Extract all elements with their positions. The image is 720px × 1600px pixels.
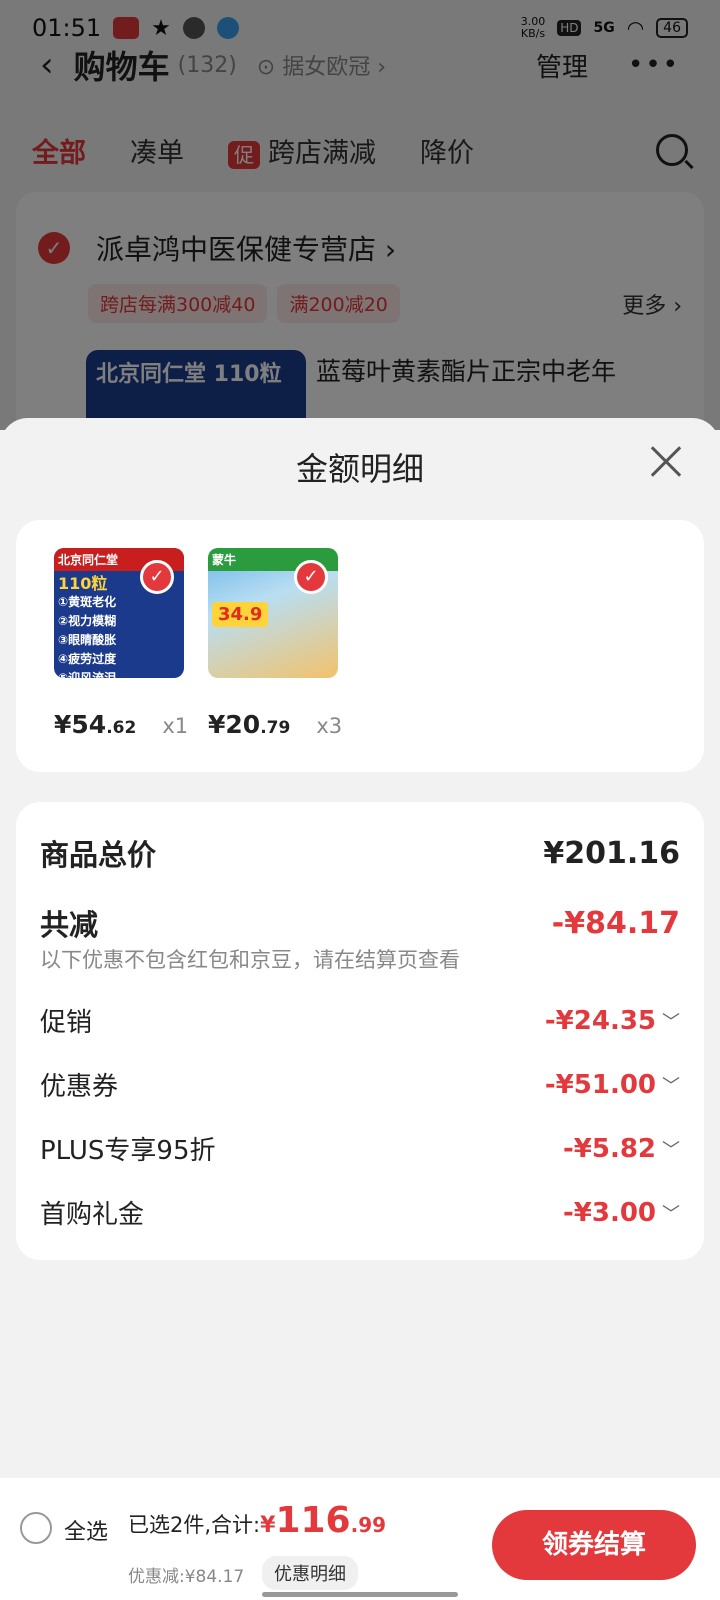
product-thumbnail: 北京同仁堂 110粒 ①黄斑老化 ②视力模糊 ③眼睛酸胀 ④疲劳过度 ⑤迎风流泪… bbox=[54, 548, 184, 678]
close-icon[interactable] bbox=[646, 442, 686, 482]
item-price: ¥ 54 .62 x1 bbox=[54, 710, 189, 739]
selected-item[interactable]: 蒙牛 34.9 ✓ ¥ 20 .79 x3 bbox=[208, 548, 348, 739]
checkmark-icon: ✓ bbox=[140, 560, 174, 594]
discount-detail-button[interactable]: 优惠明细 bbox=[262, 1556, 358, 1590]
breakdown-row-promotion[interactable]: 促销 -¥24.35 ﹀ bbox=[40, 1002, 680, 1039]
dim-overlay[interactable] bbox=[0, 0, 720, 430]
checkmark-icon: ✓ bbox=[294, 560, 328, 594]
item-price: ¥ 20 .79 x3 bbox=[208, 710, 343, 739]
breakdown-row-coupon[interactable]: 优惠券 -¥51.00 ﹀ bbox=[40, 1066, 680, 1103]
checkout-bar: 全选 已选2件,合计: ¥ 116 .99 优惠减:¥84.17 优惠明细 领券… bbox=[0, 1478, 720, 1600]
goods-total-value: ¥201.16 bbox=[543, 835, 680, 871]
select-all-checkbox[interactable] bbox=[20, 1512, 52, 1544]
home-indicator[interactable] bbox=[262, 1592, 458, 1597]
breakdown-row-plus[interactable]: PLUS专享95折 -¥5.82 ﹀ bbox=[40, 1130, 680, 1167]
total-discount-label: 共减 bbox=[40, 908, 99, 942]
sheet-title: 金额明细 bbox=[295, 450, 424, 488]
item-quantity: x3 bbox=[316, 714, 343, 738]
chevron-down-icon: ﹀ bbox=[662, 1011, 680, 1033]
amount-detail-sheet: 金额明细 北京同仁堂 110粒 ①黄斑老化 ②视力模糊 ③眼睛酸胀 ④疲劳过度 … bbox=[0, 418, 720, 1478]
select-all-label[interactable]: 全选 bbox=[64, 1514, 108, 1546]
total-amount: 116 bbox=[275, 1500, 351, 1541]
product-image-text: 110粒 ①黄斑老化 ②视力模糊 ③眼睛酸胀 ④疲劳过度 ⑤迎风流泪 bbox=[58, 574, 117, 678]
price-detail-card: 商品总价 ¥201.16 共减 -¥84.17 以下优惠不包含红包和京豆，请在结… bbox=[16, 802, 704, 1260]
checkout-button[interactable]: 领券结算 bbox=[492, 1510, 696, 1580]
total-discount-row: 共减 -¥84.17 bbox=[40, 902, 680, 944]
goods-total-row: 商品总价 ¥201.16 bbox=[40, 832, 680, 874]
goods-total-label: 商品总价 bbox=[40, 838, 157, 872]
item-quantity: x1 bbox=[162, 714, 189, 738]
chevron-down-icon: ﹀ bbox=[662, 1203, 680, 1225]
breakdown-row-first-purchase[interactable]: 首购礼金 -¥3.00 ﹀ bbox=[40, 1194, 680, 1231]
chevron-down-icon: ﹀ bbox=[662, 1075, 680, 1097]
selected-items-card: 北京同仁堂 110粒 ①黄斑老化 ②视力模糊 ③眼睛酸胀 ④疲劳过度 ⑤迎风流泪… bbox=[16, 520, 704, 772]
total-summary: 已选2件,合计: ¥ 116 .99 bbox=[128, 1500, 387, 1541]
discount-note: 以下优惠不包含红包和京豆，请在结算页查看 bbox=[40, 948, 460, 972]
total-discount-value: -¥84.17 bbox=[551, 905, 680, 941]
discount-summary: 优惠减:¥84.17 bbox=[128, 1567, 245, 1587]
selected-item[interactable]: 北京同仁堂 110粒 ①黄斑老化 ②视力模糊 ③眼睛酸胀 ④疲劳过度 ⑤迎风流泪… bbox=[54, 548, 194, 739]
product-thumbnail: 蒙牛 34.9 ✓ bbox=[208, 548, 338, 678]
chevron-down-icon: ﹀ bbox=[662, 1139, 680, 1161]
